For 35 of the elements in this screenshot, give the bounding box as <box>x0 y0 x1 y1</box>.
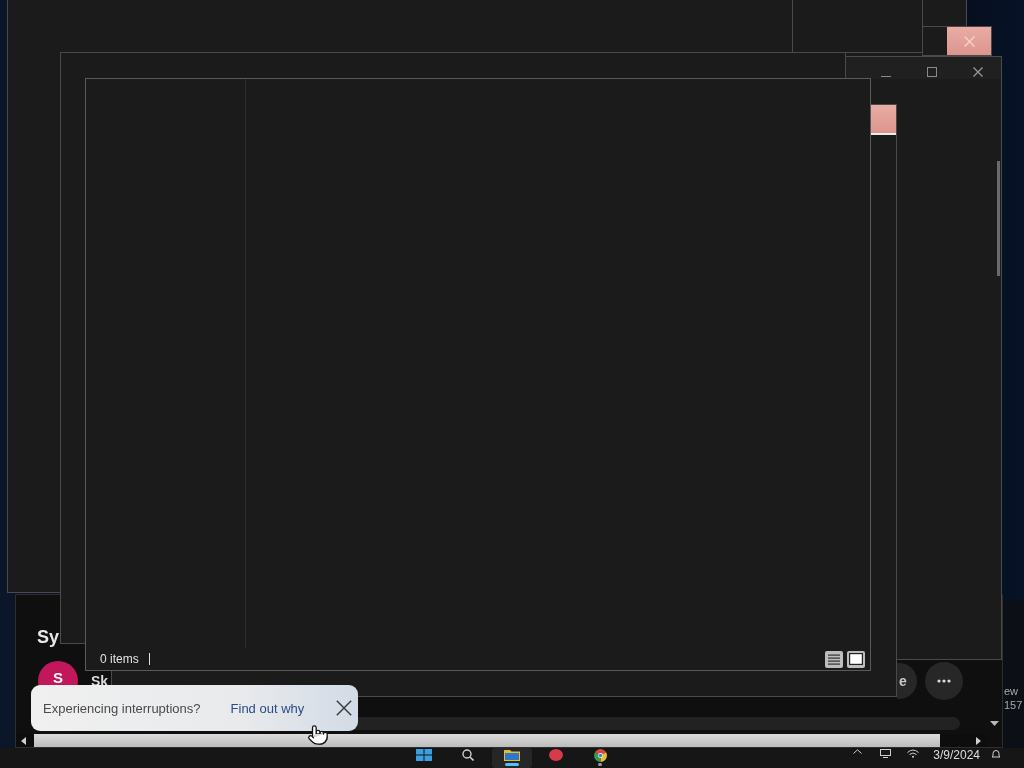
find-out-why-link[interactable]: Find out why <box>230 700 305 716</box>
minimize-icon <box>881 76 891 77</box>
taskbar-app-button[interactable] <box>492 748 532 768</box>
scroll-down-icon[interactable] <box>990 721 999 726</box>
search-icon <box>462 749 474 761</box>
bell-icon <box>991 749 1001 759</box>
browser-icon <box>593 749 607 762</box>
close-button[interactable] <box>334 698 354 718</box>
scroll-right-icon[interactable] <box>976 736 981 745</box>
chevron-up-icon <box>852 749 862 754</box>
more-icon <box>937 679 951 683</box>
four-squares-icon <box>416 749 432 761</box>
list-icon <box>828 653 840 665</box>
more-button[interactable] <box>925 662 963 700</box>
scrollbar-thumb[interactable] <box>997 161 1000 276</box>
action-button[interactable]: e <box>897 663 917 699</box>
section-heading: Sy <box>37 626 60 649</box>
notification-message: Experiencing interruptions? <box>43 700 201 716</box>
circle-icon <box>549 749 563 761</box>
close-icon <box>973 67 983 77</box>
monitor-icon <box>879 749 891 758</box>
folder-icon <box>504 749 520 761</box>
large-icons-view-button[interactable] <box>847 650 865 668</box>
details-view-button[interactable] <box>825 650 843 668</box>
item-count: 0 items <box>100 652 139 666</box>
close-button[interactable] <box>870 105 896 135</box>
square-icon <box>849 653 863 665</box>
wifi-icon <box>907 749 920 758</box>
close-icon <box>336 700 352 716</box>
maximize-icon <box>927 67 937 77</box>
window-text: ew <box>1004 684 1020 698</box>
close-icon <box>963 35 975 47</box>
scroll-left-icon[interactable] <box>21 736 26 745</box>
taskbar-date: 3/9/2024 <box>933 748 980 764</box>
window-text: 157 <box>1004 698 1024 712</box>
